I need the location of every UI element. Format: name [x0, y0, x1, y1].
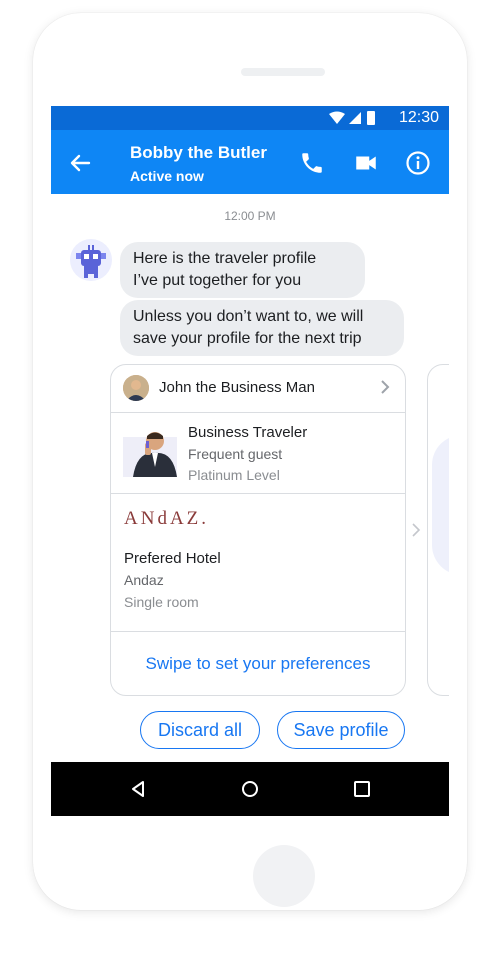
phone-home-button[interactable]	[253, 845, 315, 907]
info-icon[interactable]	[405, 150, 431, 176]
active-status: Active now	[130, 168, 204, 184]
android-nav-bar	[51, 762, 449, 816]
message-bubble: Here is the traveler profile I’ve put to…	[120, 242, 365, 298]
profile-name: John the Business Man	[159, 379, 315, 396]
nav-back-icon[interactable]	[129, 780, 147, 798]
hotel-label: Prefered Hotel	[124, 550, 221, 567]
chat-title: Bobby the Butler	[130, 143, 267, 162]
message-bubble: Unless you don’t want to, we will save y…	[120, 300, 404, 356]
robot-icon	[76, 245, 106, 278]
nav-recents-icon[interactable]	[353, 780, 371, 798]
video-call-icon[interactable]	[353, 150, 379, 176]
phone-call-icon[interactable]	[299, 150, 325, 176]
traveler-type: Business Traveler	[188, 424, 308, 441]
screen: 12:30 Bobby the Butler Active now 12:00 …	[51, 106, 449, 816]
message-text: Unless you don’t want to, we will save y…	[133, 308, 364, 347]
traveler-profile-card: John the Business Man Business Traveler …	[110, 364, 406, 696]
swipe-preferences-link[interactable]: Swipe to set your preferences	[111, 654, 405, 674]
profile-avatar	[123, 375, 149, 401]
next-card-peek[interactable]	[427, 364, 449, 696]
status-bar: 12:30	[51, 106, 449, 130]
preferred-hotel-row: ANdAZ. Prefered Hotel Andaz Single room	[111, 494, 405, 632]
phone-speaker	[241, 68, 325, 76]
message-timestamp: 12:00 PM	[224, 209, 276, 223]
andaz-logo: ANdAZ.	[124, 508, 210, 529]
traveler-type-row: Business Traveler Frequent guest Platinu…	[111, 413, 405, 494]
card-illustration	[432, 435, 449, 575]
traveler-status: Frequent guest	[188, 446, 283, 462]
save-profile-button[interactable]: Save profile	[277, 711, 405, 749]
discard-all-button[interactable]: Discard all	[140, 711, 260, 749]
traveler-level: Platinum Level	[188, 467, 280, 483]
carousel-next-chevron-icon[interactable]	[411, 522, 421, 538]
bot-avatar	[70, 239, 112, 281]
app-bar: Bobby the Butler Active now	[51, 130, 449, 194]
message-text: Here is the traveler profile I’ve put to…	[133, 250, 317, 289]
chevron-right-icon	[381, 380, 390, 394]
business-traveler-image	[123, 432, 177, 477]
back-arrow-icon[interactable]	[67, 150, 93, 176]
status-time: 12:30	[398, 109, 439, 126]
status-icons	[329, 111, 375, 125]
hotel-name: Andaz	[124, 572, 164, 588]
nav-home-icon[interactable]	[241, 780, 259, 798]
hotel-room-type: Single room	[124, 594, 199, 610]
profile-header-row[interactable]: John the Business Man	[111, 365, 405, 413]
